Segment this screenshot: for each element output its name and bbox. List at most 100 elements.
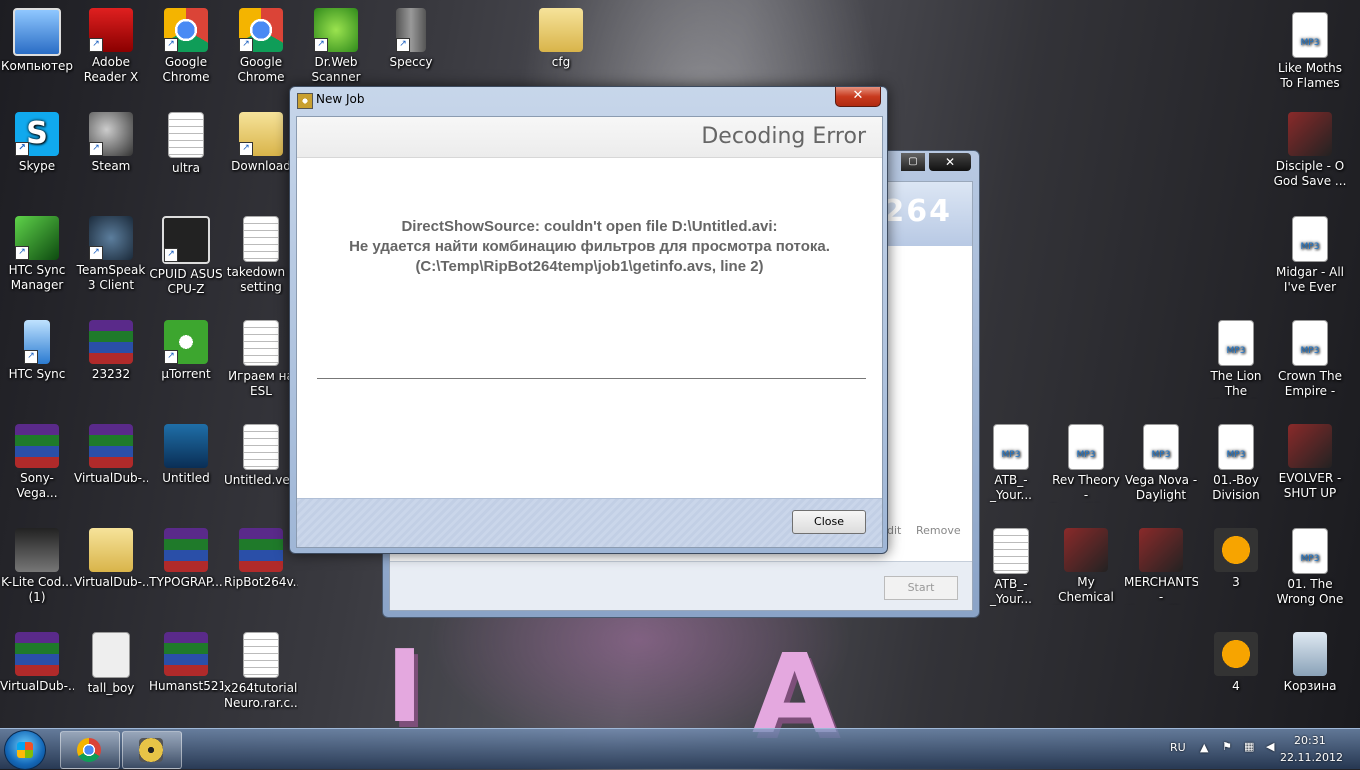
- desktop-icon[interactable]: VirtualDub-...: [74, 424, 148, 501]
- clock-date[interactable]: 22.11.2012: [1280, 751, 1343, 764]
- volume-icon[interactable]: ◀: [1266, 740, 1274, 753]
- desktop-icon[interactable]: Sony-Vega...: [0, 424, 74, 501]
- desktop-icon-label: Speccy: [389, 55, 433, 69]
- archive-icon: [89, 320, 133, 364]
- desktop-icon[interactable]: ↗ TeamSpeak 3 Client: [74, 216, 148, 293]
- desktop-icon[interactable]: MP3 Vega Nova - Daylight: [1124, 424, 1198, 503]
- edit-button[interactable]: dit: [887, 524, 901, 537]
- desktop-icon[interactable]: Disciple - O God Save ...: [1273, 112, 1347, 189]
- desktop-icon[interactable]: VirtualDub-...: [0, 632, 74, 709]
- desktop-icon[interactable]: ↗ Google Chrome: [224, 8, 298, 85]
- action-center-flag-icon[interactable]: ⚑: [1222, 740, 1232, 753]
- recycle-bin-icon: [1293, 632, 1327, 676]
- desktop-icon-label: Компьютер: [1, 59, 73, 73]
- shortcut-arrow-icon: ↗: [164, 350, 178, 364]
- desktop-icon[interactable]: MP3 01. The Wrong One: [1273, 528, 1347, 607]
- desktop-icon[interactable]: ATB_-_Your...: [974, 528, 1048, 607]
- start-button[interactable]: Start: [884, 576, 958, 600]
- desktop-icon[interactable]: Компьютер: [0, 8, 74, 89]
- desktop-icon[interactable]: ↗ Dr.Web Scanner: [299, 8, 373, 85]
- sony-vegas-icon: [164, 424, 208, 468]
- desktop-icon[interactable]: TYPOGRAP...: [149, 528, 223, 605]
- dialog-close-button[interactable]: ✕: [835, 87, 881, 107]
- desktop-icon-label: My Chemical Romance - ...: [1058, 575, 1114, 604]
- desktop-icon[interactable]: 4: [1199, 632, 1273, 709]
- close-dialog-button[interactable]: Close: [792, 510, 866, 534]
- desktop-icon-label: 01. The Wrong One: [1276, 577, 1344, 606]
- desktop-icon-label: Untitled: [162, 471, 210, 485]
- desktop-icon[interactable]: MP3 01.-Boy Division: [1199, 424, 1273, 503]
- desktop-icon-label: 23232: [91, 367, 131, 381]
- desktop-icon[interactable]: EVOLVER - SHUT UP: [1273, 424, 1347, 501]
- desktop-icon[interactable]: ↗ HTC Sync Manager: [0, 216, 74, 293]
- document-icon: [243, 424, 279, 470]
- desktop-icon[interactable]: cfg: [524, 8, 598, 85]
- desktop-icon[interactable]: ↗ CPUID ASUS CPU-Z: [149, 216, 223, 297]
- show-hidden-icons[interactable]: ▲: [1200, 741, 1208, 754]
- desktop-icon-label: cfg: [551, 55, 571, 69]
- desktop-icon[interactable]: ↗ Google Chrome: [149, 8, 223, 85]
- shortcut-arrow-icon: ↗: [89, 38, 103, 52]
- desktop-icon-label: Dr.Web Scanner: [311, 55, 361, 84]
- computer-icon: [13, 8, 61, 56]
- desktop-icon[interactable]: MP3 Rev Theory - Something...: [1049, 424, 1123, 503]
- shortcut-arrow-icon: ↗: [314, 38, 328, 52]
- desktop-icon[interactable]: Humanst521: [149, 632, 223, 709]
- desktop-icon[interactable]: Untitled.ve...: [224, 424, 298, 503]
- shortcut-arrow-icon: ↗: [396, 38, 410, 52]
- desktop-icon-label: 3: [1232, 575, 1240, 589]
- desktop-icon-label: VirtualDub-...: [74, 471, 148, 485]
- shortcut-arrow-icon: ↗: [239, 142, 253, 156]
- maximize-button[interactable]: ▢: [901, 153, 925, 171]
- archive-icon: [164, 528, 208, 572]
- chrome-icon: [77, 738, 101, 762]
- desktop-icon[interactable]: 3: [1199, 528, 1273, 605]
- separator: [317, 378, 866, 379]
- taskbar-chrome[interactable]: [60, 731, 120, 769]
- desktop-icon[interactable]: MP3 Midgar - All I've Ever D...: [1273, 216, 1347, 295]
- desktop-icon-label: ultra: [172, 161, 200, 175]
- desktop-icon[interactable]: ↗ Speccy: [374, 8, 448, 85]
- mp3-icon: MP3: [1292, 320, 1328, 366]
- desktop-icon[interactable]: MERCHANTS -time_will_...: [1124, 528, 1198, 605]
- desktop-icon[interactable]: tall_boy: [74, 632, 148, 711]
- language-indicator[interactable]: RU: [1170, 741, 1186, 754]
- desktop-icon[interactable]: MP3 Crown The Empire - M...: [1273, 320, 1347, 399]
- start-button[interactable]: [4, 730, 46, 770]
- desktop-icon[interactable]: ↗ Steam: [74, 112, 148, 189]
- desktop-icon[interactable]: takedown s setting: [224, 216, 298, 295]
- remove-button[interactable]: Remove: [916, 524, 961, 537]
- mp3-icon: MP3: [1068, 424, 1104, 470]
- desktop-icon[interactable]: ↗ HTC Sync: [0, 320, 74, 397]
- shortcut-arrow-icon: ↗: [15, 246, 29, 260]
- desktop-icon[interactable]: MP3 ATB_-_Your...: [974, 424, 1048, 503]
- desktop-icon[interactable]: Корзина: [1273, 632, 1347, 709]
- desktop-icon[interactable]: 23232: [74, 320, 148, 397]
- desktop-icon[interactable]: ↗ µTorrent: [149, 320, 223, 397]
- maximize-icon: ▢: [908, 156, 918, 167]
- close-button[interactable]: ✕: [929, 153, 971, 171]
- mp3-icon: MP3: [1143, 424, 1179, 470]
- desktop-icon[interactable]: My Chemical Romance - ...: [1049, 528, 1123, 605]
- taskbar-ripbot[interactable]: [122, 731, 182, 769]
- desktop-icon[interactable]: ultra: [149, 112, 223, 191]
- desktop-icon[interactable]: RipBot264v...: [224, 528, 298, 605]
- desktop-icon[interactable]: VirtualDub-...: [74, 528, 148, 605]
- desktop-icon-label: x264tutorial... Neuro.rar.c...: [224, 681, 298, 710]
- desktop-icon-label: TYPOGRAP...: [149, 575, 223, 589]
- desktop-icon[interactable]: Untitled: [149, 424, 223, 501]
- desktop-icon[interactable]: S ↗ Skype: [0, 112, 74, 189]
- desktop-icon[interactable]: x264tutorial... Neuro.rar.c...: [224, 632, 298, 711]
- desktop-icon-label: Untitled.ve...: [224, 473, 298, 487]
- desktop-icon[interactable]: ↗ Adobe Reader X: [74, 8, 148, 85]
- desktop-icon[interactable]: MP3 Like Moths To Flames -...: [1273, 12, 1347, 91]
- desktop-icon[interactable]: ↗ Download: [224, 112, 298, 189]
- network-icon[interactable]: ▦: [1244, 740, 1254, 753]
- mp3-icon: MP3: [1218, 424, 1254, 470]
- desktop-icon[interactable]: MP3 The Lion The Lightship -...: [1199, 320, 1273, 399]
- chrome-icon: ↗: [239, 8, 283, 52]
- desktop-icon[interactable]: K-Lite Cod... (1): [0, 528, 74, 605]
- desktop-icon-label: takedown s setting: [226, 265, 296, 294]
- clock-time[interactable]: 20:31: [1294, 734, 1326, 747]
- desktop-icon[interactable]: Играем на ESL: [224, 320, 298, 399]
